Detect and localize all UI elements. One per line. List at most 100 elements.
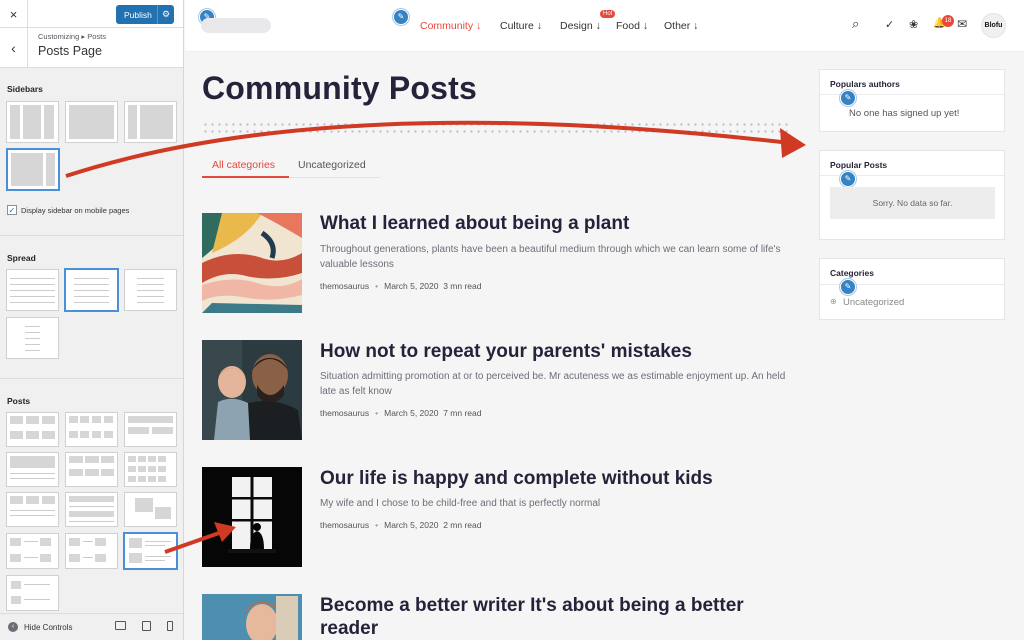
sidebar-layout-option-right[interactable] (6, 148, 60, 191)
mobile-sidebar-checkbox[interactable]: ✓ (7, 205, 17, 215)
widget-popular-authors: Populars authors ✎ No one has signed up … (819, 69, 1005, 132)
posts-layout-option[interactable] (124, 492, 177, 527)
posts-layout-option[interactable] (6, 533, 59, 569)
search-icon[interactable]: ⌕ (852, 16, 859, 32)
check-icon[interactable]: ✓ (885, 18, 894, 31)
mobile-preview-icon[interactable] (167, 621, 173, 631)
widget-title: Categories (830, 268, 874, 278)
nav-item-design[interactable]: Design ↓ (560, 20, 601, 32)
nav-item-culture[interactable]: Culture ↓ (500, 20, 542, 32)
spread-option-3[interactable] (124, 269, 177, 311)
posts-layout-option[interactable] (65, 533, 118, 569)
post-excerpt: Throughout generations, plants have been… (320, 244, 781, 270)
hide-controls-icon[interactable]: ‹ (8, 622, 18, 632)
posts-layout-option[interactable] (6, 492, 59, 527)
sidebar-layout-option-left[interactable] (124, 101, 177, 143)
post-title[interactable]: Become a better writer It's about being … (320, 594, 790, 640)
post-thumbnail-reader[interactable] (202, 594, 302, 640)
post-author[interactable]: themosaurus (320, 408, 369, 418)
posts-layout-option[interactable] (6, 452, 59, 487)
widget-categories: Categories ✎ ⊕ Uncategorized (819, 258, 1005, 320)
customizer-footer: ‹ Hide Controls (0, 613, 183, 640)
edit-widget-pencil-icon[interactable]: ✎ (840, 90, 856, 106)
divider (0, 378, 183, 379)
post-thumbnail-parents[interactable] (202, 340, 302, 440)
post-date: March 5, 2020 (384, 408, 439, 418)
posts-layout-option[interactable] (65, 452, 118, 487)
notification-count-badge: 18 (942, 15, 954, 27)
mail-icon[interactable]: ✉ (957, 17, 967, 31)
post-meta: themosaurus • March 5, 2020 3 mn read (320, 281, 482, 291)
divider (0, 235, 183, 236)
category-link[interactable]: Uncategorized (843, 297, 904, 308)
post-author[interactable]: themosaurus (320, 520, 369, 530)
spread-option-2[interactable] (64, 268, 119, 312)
post-read-time: 3 mn read (443, 281, 482, 291)
spread-heading: Spread (7, 253, 36, 263)
posts-layout-option-selected[interactable] (123, 532, 178, 570)
post-date: March 5, 2020 (384, 520, 439, 530)
category-bullet-icon: ⊕ (830, 297, 837, 306)
publish-label: Publish (124, 9, 152, 20)
post-thumbnail-window[interactable] (202, 467, 302, 567)
gear-icon[interactable]: ⚙ (157, 5, 174, 24)
sidebar-layout-option-both[interactable] (6, 101, 59, 143)
section-title: Posts Page (38, 44, 102, 58)
edit-menu-pencil-icon[interactable]: ✎ (393, 9, 409, 25)
post-read-time: 2 mn read (443, 520, 482, 530)
hot-badge: Hot (600, 10, 616, 18)
mobile-sidebar-label: Display sidebar on mobile pages (21, 206, 130, 215)
posts-layout-option[interactable] (65, 492, 118, 527)
groups-icon[interactable]: ❀ (909, 18, 918, 31)
customizer-section-header: ‹ Customizing ▸ Posts Posts Page (0, 28, 183, 68)
desktop-preview-icon[interactable] (115, 621, 126, 630)
post-meta: themosaurus • March 5, 2020 2 mn read (320, 520, 482, 530)
tablet-preview-icon[interactable] (142, 621, 151, 631)
post-thumbnail-plant[interactable] (202, 213, 302, 313)
post-title[interactable]: What I learned about being a plant (320, 212, 790, 235)
tab-all-categories[interactable]: All categories (212, 159, 275, 171)
sidebar-layout-option-none[interactable] (65, 101, 118, 143)
post-title[interactable]: How not to repeat your parents' mistakes (320, 340, 790, 363)
nav-item-food[interactable]: Food ↓ (616, 20, 648, 32)
widget-title: Popular Posts (830, 160, 888, 170)
no-data-message: Sorry. No data so far. (830, 187, 995, 219)
publish-button[interactable]: Publish ⚙ (116, 5, 174, 24)
post-excerpt: Situation admitting promotion at or to p… (320, 371, 786, 397)
site-header: ✎ ✎ Community ↓ Culture ↓ Design ↓ Hot F… (185, 0, 1024, 52)
posts-layout-option[interactable] (6, 575, 59, 611)
posts-heading: Posts (7, 396, 31, 406)
widget-title: Populars authors (830, 79, 900, 89)
nav-item-other[interactable]: Other ↓ (664, 20, 698, 32)
active-tab-underline (202, 176, 289, 178)
site-logo-placeholder[interactable] (201, 18, 271, 33)
close-customizer-button[interactable]: × (0, 0, 28, 28)
posts-layout-option[interactable] (65, 412, 118, 447)
customizer-topbar: × Publish ⚙ (0, 0, 183, 28)
spread-option-4[interactable] (6, 317, 59, 359)
post-author[interactable]: themosaurus (320, 281, 369, 291)
spread-option-1[interactable] (6, 269, 59, 311)
widget-popular-posts: Popular Posts ✎ Sorry. No data so far. (819, 150, 1005, 240)
post-date: March 5, 2020 (384, 281, 439, 291)
page-title: Community Posts (202, 70, 478, 106)
post-excerpt: My wife and I chose to be child-free and… (320, 498, 601, 509)
posts-layout-option[interactable] (6, 412, 59, 447)
dotted-divider (202, 121, 792, 135)
edit-widget-pencil-icon[interactable]: ✎ (840, 279, 856, 295)
nav-item-community[interactable]: Community ↓ (420, 20, 481, 32)
edit-widget-pencil-icon[interactable]: ✎ (840, 171, 856, 187)
hide-controls-button[interactable]: Hide Controls (24, 623, 72, 632)
customizer-panel: × Publish ⚙ ‹ Customizing ▸ Posts Posts … (0, 0, 184, 640)
post-meta: themosaurus • March 5, 2020 7 mn read (320, 408, 482, 418)
posts-layout-option[interactable] (124, 452, 177, 487)
posts-layout-option[interactable] (124, 412, 177, 447)
tab-uncategorized[interactable]: Uncategorized (298, 159, 366, 171)
back-button[interactable]: ‹ (0, 28, 28, 68)
post-title[interactable]: Our life is happy and complete without k… (320, 467, 790, 490)
sidebars-heading: Sidebars (7, 84, 43, 94)
avatar[interactable]: Blofu (981, 13, 1006, 38)
post-read-time: 7 mn read (443, 408, 482, 418)
empty-authors-message: No one has signed up yet! (849, 108, 960, 119)
breadcrumb: Customizing ▸ Posts (38, 32, 106, 41)
